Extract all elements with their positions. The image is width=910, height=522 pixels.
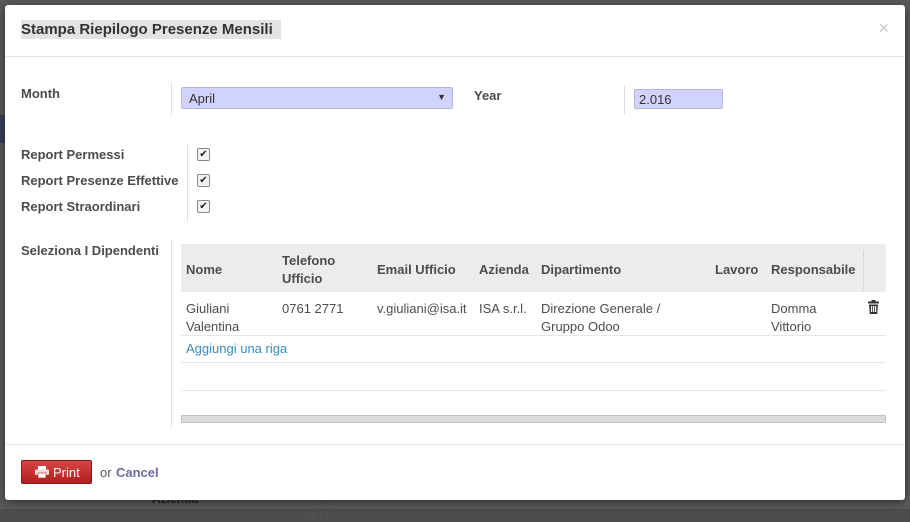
report-permessi-checkbox[interactable]: ✔: [197, 148, 210, 161]
cell-nome: Giuliani Valentina: [186, 300, 239, 336]
cell-responsabile-line1: Domma: [771, 301, 817, 316]
year-label: Year: [474, 88, 502, 103]
cell-telefono: 0761 2771: [282, 301, 344, 316]
print-button-label: Print: [53, 465, 80, 480]
add-line-link[interactable]: Aggiungi una riga: [186, 341, 287, 356]
field-separator: [624, 85, 625, 115]
printer-icon: [35, 466, 49, 478]
column-header-email[interactable]: Email Ufficio: [377, 261, 456, 279]
column-header-telefono-line1: Telefono: [282, 253, 336, 268]
field-separator: [187, 145, 188, 221]
print-dialog: Stampa Riepilogo Presenze Mensili × Mont…: [5, 5, 905, 500]
field-separator: [171, 83, 172, 115]
cell-responsabile: Domma Vittorio: [771, 300, 817, 336]
dialog-title: Stampa Riepilogo Presenze Mensili: [21, 20, 281, 39]
report-straordinari-label: Report Straordinari: [21, 199, 141, 214]
report-straordinari-checkbox[interactable]: ✔: [197, 200, 210, 213]
table-row[interactable]: Giuliani Valentina 0761 2771 v.giuliani@…: [181, 292, 886, 336]
cell-dipartimento-line2: Gruppo Odoo: [541, 319, 620, 334]
check-icon: ✔: [199, 175, 208, 186]
month-label: Month: [21, 86, 60, 101]
field-separator: [171, 240, 172, 427]
month-select-value: April: [189, 91, 216, 106]
column-header-telefono[interactable]: Telefono Ufficio: [282, 252, 335, 288]
column-header-dipartimento[interactable]: Dipartimento: [541, 261, 621, 279]
column-header-telefono-line2: Ufficio: [282, 271, 323, 286]
year-input[interactable]: [634, 89, 723, 109]
table-row-empty: [181, 362, 886, 391]
dialog-header: Stampa Riepilogo Presenze Mensili ×: [5, 5, 905, 57]
column-header-azienda[interactable]: Azienda: [479, 261, 529, 279]
report-presenze-label: Report Presenze Effettive: [21, 173, 179, 188]
trash-icon[interactable]: [867, 300, 880, 314]
column-header-nome[interactable]: Nome: [186, 261, 222, 279]
cell-nome-line1: Giuliani: [186, 301, 230, 316]
cell-dipartimento-line1: Direzione Generale /: [541, 301, 661, 316]
print-button[interactable]: Print: [21, 460, 92, 484]
cell-nome-line2: Valentina: [186, 319, 240, 334]
check-icon: ✔: [199, 149, 208, 160]
check-icon: ✔: [199, 201, 208, 212]
chevron-down-icon: ▼: [437, 92, 446, 102]
column-divider: [863, 250, 864, 290]
cell-responsabile-line2: Vittorio: [771, 319, 812, 334]
cell-dipartimento: Direzione Generale / Gruppo Odoo: [541, 300, 660, 336]
cell-azienda: ISA s.r.l.: [479, 301, 527, 316]
cancel-link[interactable]: Cancel: [116, 465, 159, 480]
or-text: or: [100, 465, 112, 480]
report-presenze-checkbox[interactable]: ✔: [197, 174, 210, 187]
horizontal-scrollbar[interactable]: [181, 415, 886, 423]
cell-email: v.giuliani@isa.it: [377, 301, 467, 316]
dipendenti-label: Seleziona I Dipendenti: [21, 243, 159, 258]
report-permessi-label: Report Permessi: [21, 147, 125, 162]
dialog-footer: Print or Cancel: [5, 444, 905, 501]
month-select[interactable]: April ▼: [181, 87, 453, 109]
column-header-responsabile[interactable]: Responsabile: [771, 261, 856, 279]
close-icon[interactable]: ×: [878, 18, 889, 39]
table-header: Nome Telefono Ufficio Email Ufficio Azie…: [181, 244, 886, 292]
column-header-lavoro[interactable]: Lavoro: [715, 261, 758, 279]
